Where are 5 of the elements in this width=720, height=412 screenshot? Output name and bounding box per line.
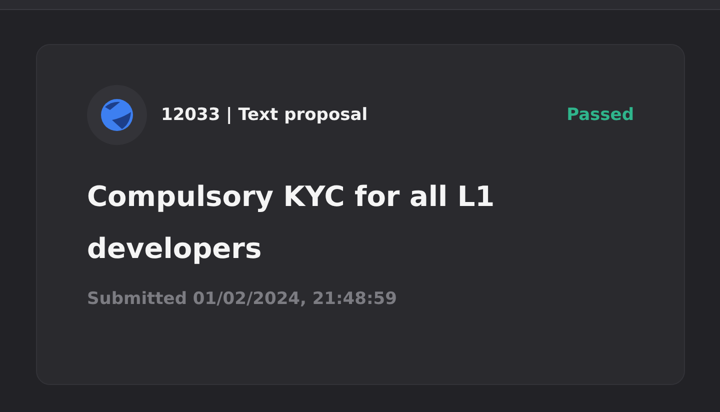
proposal-meta: 12033 | Text proposal	[161, 105, 369, 125]
status-label: Passed	[566, 105, 634, 125]
proposal-title: Compulsory KYC for all L1 developers	[87, 179, 496, 267]
submitted-date: Submitted 01/02/2024, 21:48:59	[87, 289, 398, 309]
proposal-card[interactable]: 12033 | Text proposal Passed Compulsory KYC for all L1 developers Submitted 01/02/2024, 21:48:59	[36, 44, 685, 385]
